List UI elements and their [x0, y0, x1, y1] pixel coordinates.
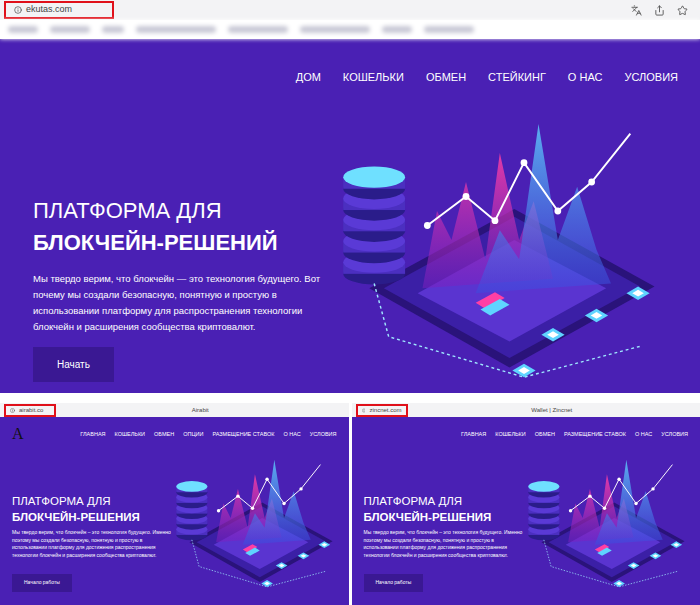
page-title: Airabit [56, 406, 345, 415]
blurred-bookmark [50, 26, 90, 33]
bookmark-star-icon[interactable] [677, 5, 688, 16]
blurred-bookmark [300, 26, 370, 33]
address-field[interactable]: ekutas.com [4, 1, 114, 19]
nav-item[interactable]: ОБМЕН [426, 69, 466, 86]
nav-item[interactable]: ОПЦИИ [183, 430, 203, 438]
blurred-bookmark [228, 26, 288, 33]
blockchain-illustration [170, 443, 335, 593]
blurred-bookmark [382, 26, 412, 33]
hero-section: A ГЛАВНАЯ КОШЕЛЬКИ ОБМЕН ОПЦИИ РАЗМЕЩЕНИЕ СТА… [0, 417, 349, 605]
nav-item[interactable]: ОБМЕН [154, 430, 174, 438]
clone-nav: ГЛАВНАЯ КОШЕЛЬКИ ОБМЕН ОПЦИИ РАЗМЕЩЕНИЕ СТАВ… [80, 430, 336, 438]
address-field[interactable]: airabit.co [4, 404, 56, 417]
start-button[interactable]: Начать [33, 347, 114, 382]
nav-item[interactable]: КОШЕЛЬКИ [495, 430, 526, 438]
site-logo[interactable]: A [12, 422, 24, 446]
nav-item[interactable]: УСЛОВИЯ [661, 430, 688, 438]
hero-text: Мы твердо верим, что блокчейн – это техн… [364, 529, 524, 559]
main-nav: ДОМ КОШЕЛЬКИ ОБМЕН СТЕЙКИНГ О НАС УСЛОВИЯ [0, 59, 700, 95]
hero-heading: ПЛАТФОРМА ДЛЯБЛОКЧЕЙН-РЕШЕНИЯ [364, 493, 522, 525]
nav-item[interactable]: УСЛОВИЯ [624, 69, 678, 86]
hero-heading: ПЛАТФОРМА ДЛЯБЛОКЧЕЙН-РЕШЕНИЯ [12, 493, 170, 525]
hero-section: ГЛАВНАЯ КОШЕЛЬКИ ОБМЕН РАЗМЕЩЕНИЕ СТАВОК О Н… [352, 417, 700, 605]
hero-text: Мы твердо верим, что блокчейн – это техн… [12, 529, 172, 559]
blockchain-illustration [522, 443, 687, 593]
blurred-bookmark [8, 26, 38, 33]
comparison-screenshot: ekutas.com ДОМ КОШЕЛЬКИ ОБМЕН СТЕЙКИНГ О НАС У… [0, 0, 700, 605]
nav-item[interactable]: О НАС [283, 430, 300, 438]
nav-item[interactable]: РАЗМЕЩЕНИЕ СТАВОК [564, 430, 626, 438]
clone-nav: ГЛАВНАЯ КОШЕЛЬКИ ОБМЕН РАЗМЕЩЕНИЕ СТАВОК О Н… [461, 430, 688, 438]
site-info-icon[interactable] [362, 408, 366, 413]
hero-text: Мы твердо верим, что блокчейн — это техн… [33, 271, 333, 335]
blockchain-illustration [330, 95, 660, 385]
clone-browser-window: zincnet.com Wallet | Zincnet ГЛАВНАЯ КОШЕЛЬ… [352, 403, 700, 605]
page-title: Wallet | Zincnet [408, 406, 697, 415]
main-browser-window: ekutas.com ДОМ КОШЕЛЬКИ ОБМЕН СТЕЙКИНГ О НАС У… [0, 0, 700, 393]
tab-bar: zincnet.com Wallet | Zincnet [352, 403, 700, 417]
site-info-icon[interactable] [14, 6, 22, 14]
start-button[interactable]: Начало работы [12, 574, 72, 592]
nav-item[interactable]: ГЛАВНАЯ [461, 430, 486, 438]
blurred-bookmark [102, 26, 124, 33]
nav-item[interactable]: ОБМЕН [535, 430, 555, 438]
start-button[interactable]: Начало работы [364, 574, 424, 592]
address-text: airabit.co [19, 406, 43, 415]
nav-item[interactable]: КОШЕЛЬКИ [115, 430, 146, 438]
nav-item[interactable]: ГЛАВНАЯ [80, 430, 105, 438]
blurred-bookmark [424, 26, 474, 33]
nav-item[interactable]: РАЗМЕЩЕНИЕ СТАВОК [212, 430, 274, 438]
hero-heading: ПЛАТФОРМА ДЛЯБЛОКЧЕЙН-РЕШЕНИЙ [33, 195, 330, 259]
nav-item[interactable]: О НАС [635, 430, 652, 438]
translate-icon[interactable] [631, 5, 642, 16]
nav-item[interactable]: СТЕЙКИНГ [488, 69, 546, 86]
clone-browser-window: airabit.co Airabit A ГЛАВНАЯ КОШЕЛЬКИ ОБМЕН ОП… [0, 403, 349, 605]
hero-section: ДОМ КОШЕЛЬКИ ОБМЕН СТЕЙКИНГ О НАС УСЛОВИЯ ПЛАТ… [0, 39, 700, 393]
address-bar: ekutas.com [0, 0, 700, 20]
share-icon[interactable] [654, 5, 665, 16]
address-field[interactable]: zincnet.com [356, 404, 408, 417]
nav-item[interactable]: КОШЕЛЬКИ [343, 69, 404, 86]
address-text: ekutas.com [26, 3, 72, 17]
blurred-bookmark [136, 26, 216, 33]
address-text: zincnet.com [369, 406, 401, 415]
nav-item[interactable]: УСЛОВИЯ [310, 430, 337, 438]
bookmarks-bar [0, 20, 700, 39]
tab-bar: airabit.co Airabit [0, 403, 349, 417]
nav-item[interactable]: О НАС [568, 69, 603, 86]
site-info-icon[interactable] [10, 408, 15, 413]
nav-item[interactable]: ДОМ [296, 69, 321, 86]
